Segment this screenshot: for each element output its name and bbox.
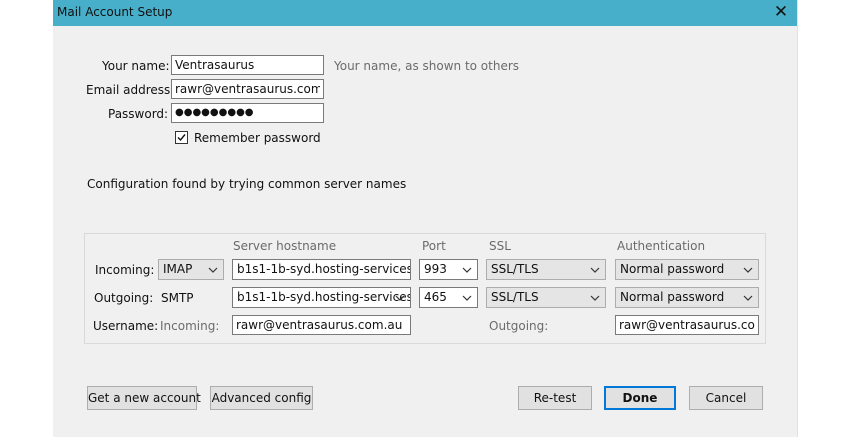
cancel-button[interactable]: Cancel <box>689 386 763 410</box>
your-name-hint: Your name, as shown to others <box>334 59 520 73</box>
checkmark-icon <box>177 134 186 142</box>
chevron-down-icon <box>590 294 600 302</box>
close-icon[interactable]: ✕ <box>771 2 791 22</box>
outgoing-label: Outgoing: <box>94 291 154 305</box>
title-bar: Mail Account Setup ✕ <box>53 0 797 26</box>
chevron-down-icon <box>743 266 753 274</box>
username-outgoing-input[interactable] <box>615 315 759 335</box>
your-name-label: Your name: <box>102 59 170 73</box>
incoming-ssl-value: SSL/TLS <box>491 262 539 276</box>
username-incoming-input[interactable] <box>232 315 411 335</box>
outgoing-port-combo[interactable]: 465 <box>419 287 478 308</box>
mail-account-setup-dialog: Mail Account Setup ✕ Your name: Your nam… <box>53 0 797 437</box>
header-authentication: Authentication <box>617 239 706 253</box>
header-ssl: SSL <box>489 239 511 253</box>
window-title: Mail Account Setup <box>57 5 173 19</box>
advanced-config-button[interactable]: Advanced config <box>210 386 313 410</box>
incoming-auth-select[interactable]: Normal password <box>615 259 759 280</box>
incoming-port-combo[interactable]: 993 <box>419 259 478 280</box>
incoming-port-value: 993 <box>424 262 447 276</box>
outgoing-port-value: 465 <box>424 290 447 304</box>
incoming-hostname-value: b1s1-1b-syd.hosting-services.net <box>237 262 411 276</box>
outgoing-ssl-select[interactable]: SSL/TLS <box>486 287 606 308</box>
outgoing-auth-value: Normal password <box>620 290 725 304</box>
outgoing-hostname-combo[interactable]: b1s1-1b-syd.hosting-services.net <box>232 287 411 308</box>
incoming-ssl-select[interactable]: SSL/TLS <box>486 259 606 280</box>
remember-password-checkbox[interactable] <box>175 131 188 144</box>
retest-button[interactable]: Re-test <box>518 386 592 410</box>
incoming-protocol-select[interactable]: IMAP <box>158 259 224 280</box>
background-right <box>797 0 850 441</box>
outgoing-hostname-value: b1s1-1b-syd.hosting-services.net <box>237 290 411 304</box>
email-input[interactable] <box>171 79 324 99</box>
chevron-down-icon <box>395 294 405 302</box>
incoming-hostname-input[interactable]: b1s1-1b-syd.hosting-services.net <box>232 259 411 280</box>
get-new-account-button[interactable]: Get a new account <box>87 386 201 410</box>
chevron-down-icon <box>590 266 600 274</box>
username-label: Username: <box>93 319 159 333</box>
chevron-down-icon <box>462 294 472 302</box>
background-bottom <box>0 437 850 441</box>
header-server-hostname: Server hostname <box>233 239 337 253</box>
username-outgoing-label: Outgoing: <box>489 319 549 333</box>
incoming-auth-value: Normal password <box>620 262 725 276</box>
remember-password-label: Remember password <box>194 131 321 145</box>
password-input[interactable]: ●●●●●●●●● <box>171 103 324 123</box>
outgoing-auth-select[interactable]: Normal password <box>615 287 759 308</box>
username-incoming-label: Incoming: <box>160 319 220 333</box>
chevron-down-icon <box>208 266 218 274</box>
outgoing-protocol: SMTP <box>161 291 194 305</box>
incoming-protocol-value: IMAP <box>163 262 193 276</box>
chevron-down-icon <box>743 294 753 302</box>
config-status-message: Configuration found by trying common ser… <box>87 177 407 191</box>
incoming-label: Incoming: <box>95 263 155 277</box>
outgoing-ssl-value: SSL/TLS <box>491 290 539 304</box>
background-left <box>0 0 53 441</box>
your-name-input[interactable] <box>171 55 324 75</box>
email-label: Email address: <box>86 83 175 97</box>
done-button[interactable]: Done <box>604 386 676 410</box>
chevron-down-icon <box>462 266 472 274</box>
password-label: Password: <box>108 107 169 121</box>
header-port: Port <box>422 239 446 253</box>
